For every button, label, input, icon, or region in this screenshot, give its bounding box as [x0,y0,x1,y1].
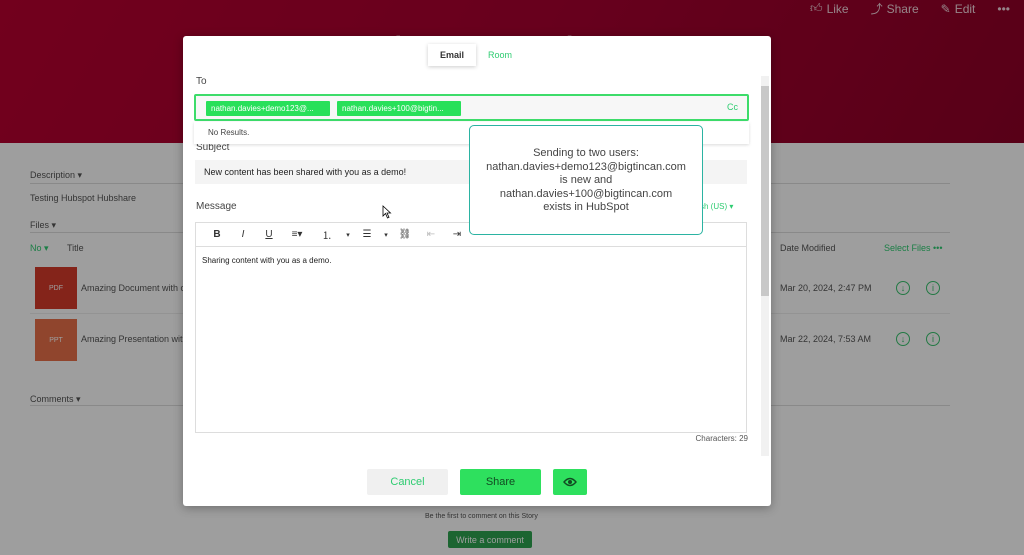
italic-button[interactable]: I [230,223,256,247]
cancel-button[interactable]: Cancel [367,469,448,495]
tab-room[interactable]: Room [476,44,524,66]
message-body[interactable]: Sharing content with you as a demo. [196,247,746,274]
callout-line: Sending to two users: [533,147,639,159]
chevron-down-icon[interactable]: ▾ [342,223,354,247]
ordered-list-icon[interactable]: ⒈ [312,223,342,247]
annotation-callout: Sending to two users: nathan.davies+demo… [469,125,703,235]
eye-icon [563,477,577,487]
share-button[interactable]: Share [460,469,541,495]
message-label: Message [196,201,237,212]
underline-button[interactable]: U [256,223,282,247]
character-count: Characters: 29 [695,434,748,443]
indent-icon[interactable]: ⇥ [444,223,470,247]
recipient-chip[interactable]: nathan.davies+demo123@... [206,101,330,116]
callout-line: nathan.davies+100@bigtincan.com [499,187,673,200]
callout-line: nathan.davies+demo123@bigtincan.com [486,160,686,173]
recipients-input[interactable]: nathan.davies+demo123@... nathan.davies+… [194,94,749,121]
callout-line: exists in HubSpot [543,201,629,213]
chevron-down-icon[interactable]: ▾ [380,223,392,247]
outdent-icon[interactable]: ⇤ [418,223,444,247]
bold-button[interactable]: B [204,223,230,247]
mouse-cursor-icon [382,205,392,219]
callout-line: is new and [559,174,613,186]
cc-toggle[interactable]: Cc [727,102,738,112]
link-icon[interactable]: ⛓ [392,223,418,247]
share-modal: Email Room To nathan.davies+demo123@... … [183,36,771,506]
recipient-chip[interactable]: nathan.davies+100@bigtin... [337,101,461,116]
modal-scrollbar[interactable] [761,76,769,456]
bullet-list-icon[interactable]: ☰ [354,223,380,247]
message-editor[interactable]: B I U ≡▾ ⒈ ▾ ☰ ▾ ⛓ ⇤ ⇥ ↶ ↷ Sharing conte… [195,222,747,433]
preview-button[interactable] [553,469,587,495]
tab-email[interactable]: Email [428,44,477,66]
scroll-thumb[interactable] [761,86,769,296]
align-icon[interactable]: ≡▾ [282,223,312,247]
language-select[interactable]: sh (US) ▾ [700,202,733,211]
share-tabs: Email Room [428,44,524,66]
to-label: To [196,76,207,87]
